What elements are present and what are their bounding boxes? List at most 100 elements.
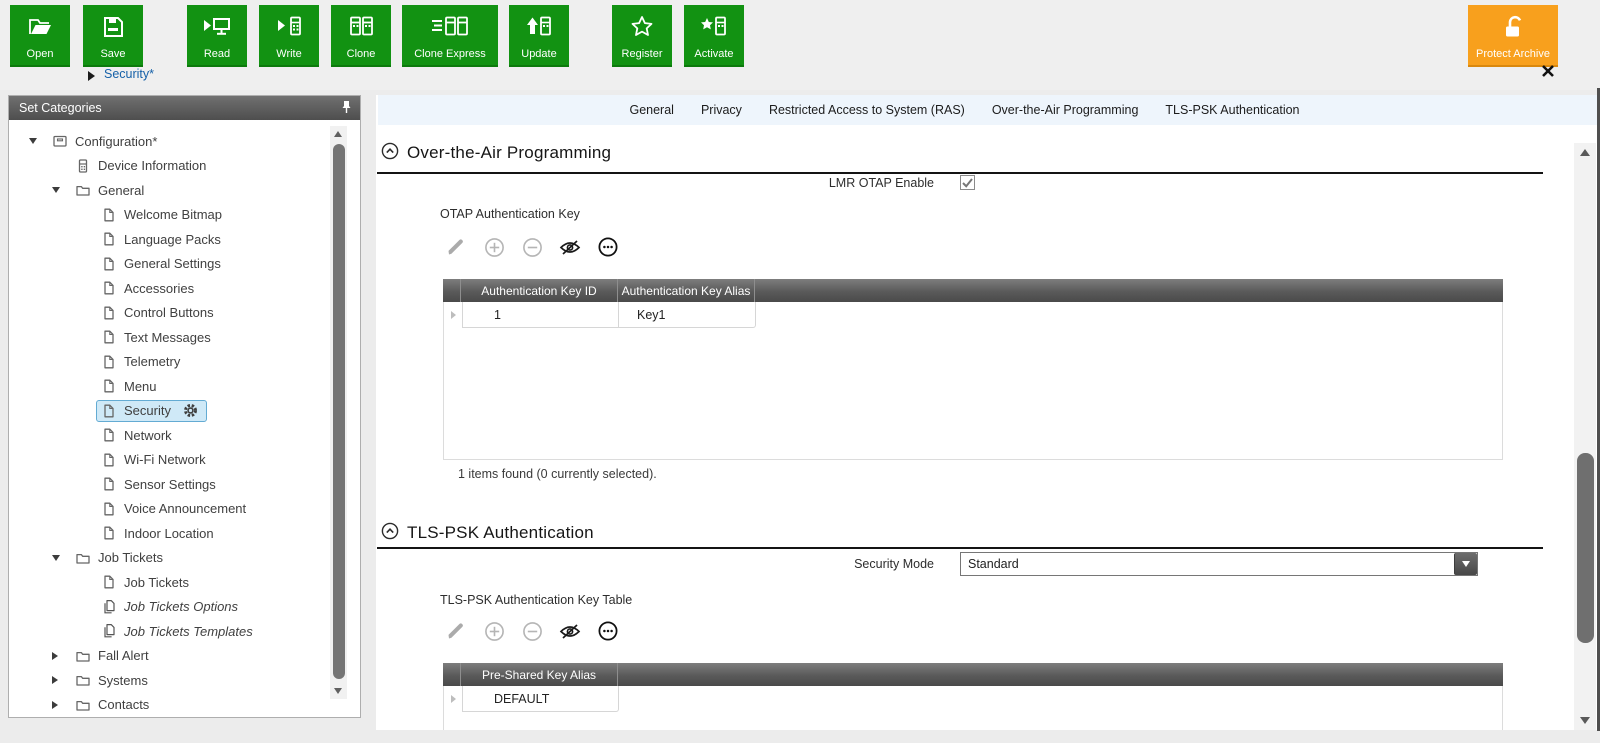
more-options-icon[interactable]	[596, 619, 620, 643]
nav-tab-privacy[interactable]: Privacy	[701, 103, 742, 117]
section-divider	[377, 547, 1543, 549]
add-circle-icon[interactable]	[482, 235, 506, 259]
edit-pencil-icon[interactable]	[444, 619, 468, 643]
close-icon[interactable]	[1541, 64, 1555, 83]
security-mode-dropdown[interactable]: Standard	[960, 552, 1478, 576]
tab-expander-icon[interactable]	[88, 71, 95, 81]
scrollbar-thumb[interactable]	[332, 144, 345, 679]
sidebar-item-text-messages[interactable]: Text Messages	[9, 325, 360, 350]
sidebar-item-sensor-settings[interactable]: Sensor Settings	[9, 472, 360, 497]
table-body: DEFAULT	[443, 686, 1503, 730]
tree-item-label: Language Packs	[124, 231, 221, 247]
lmr-otap-enable-checkbox[interactable]	[960, 175, 975, 190]
sidebar-item-configuration[interactable]: Configuration*	[9, 129, 360, 154]
hide-eye-icon[interactable]	[558, 619, 582, 643]
table-row[interactable]: DEFAULT	[444, 686, 1502, 712]
sidebar-item-menu[interactable]: Menu	[9, 374, 360, 399]
sidebar-item-security[interactable]: Security	[9, 399, 360, 424]
sidebar-item-fall-alert[interactable]: Fall Alert	[9, 644, 360, 669]
activate-button[interactable]: Activate	[684, 5, 744, 67]
tree-item-label: Security	[124, 403, 171, 419]
remove-circle-icon[interactable]	[520, 619, 544, 643]
main-scrollbar[interactable]	[1574, 143, 1596, 730]
sidebar-item-indoor-location[interactable]: Indoor Location	[9, 521, 360, 546]
tab-security[interactable]: Security*	[104, 67, 154, 81]
scroll-up-icon[interactable]	[334, 131, 342, 137]
sidebar-item-device-information[interactable]: Device Information	[9, 154, 360, 179]
dropdown-button[interactable]	[1454, 553, 1477, 575]
sidebar-item-accessories[interactable]: Accessories	[9, 276, 360, 301]
save-button[interactable]: Save	[83, 5, 143, 67]
sidebar-scrollbar[interactable]	[330, 126, 347, 699]
nav-tab-tls-psk[interactable]: TLS-PSK Authentication	[1165, 103, 1299, 117]
table-row[interactable]: 1 Key1	[444, 302, 1502, 328]
lmr-otap-enable-label: LMR OTAP Enable	[828, 176, 934, 190]
tree-item-label: Job Tickets	[98, 550, 164, 566]
scrollbar-thumb[interactable]	[1576, 453, 1594, 643]
collapse-section-icon[interactable]	[381, 142, 399, 165]
collapse-section-icon[interactable]	[381, 522, 399, 545]
otap-table-toolbar	[444, 235, 620, 259]
nav-tab-general[interactable]: General	[629, 103, 673, 117]
expander-down-icon[interactable]	[29, 138, 52, 145]
sidebar-item-welcome-bitmap[interactable]: Welcome Bitmap	[9, 203, 360, 228]
expander-right-icon[interactable]	[52, 651, 75, 660]
sidebar-item-general[interactable]: General	[9, 178, 360, 203]
tree-item-label: Device Information	[98, 158, 207, 174]
page-icon	[101, 452, 117, 468]
scroll-down-icon[interactable]	[334, 688, 342, 694]
page-icon	[101, 231, 117, 247]
sidebar-item-language-packs[interactable]: Language Packs	[9, 227, 360, 252]
sidebar-item-job-tickets-templates[interactable]: Job Tickets Templates	[9, 619, 360, 644]
sidebar-item-voice-announcement[interactable]: Voice Announcement	[9, 497, 360, 522]
cell-preshared-key-alias[interactable]: DEFAULT	[462, 686, 619, 712]
protect-archive-button[interactable]: Protect Archive	[1468, 5, 1558, 67]
write-button[interactable]: Write	[259, 5, 319, 67]
row-selector[interactable]	[444, 302, 462, 328]
sidebar-item-general-settings[interactable]: General Settings	[9, 252, 360, 277]
sidebar-item-network[interactable]: Network	[9, 423, 360, 448]
cell-auth-key-alias[interactable]: Key1	[619, 302, 756, 328]
remove-circle-icon[interactable]	[520, 235, 544, 259]
sidebar-item-telemetry[interactable]: Telemetry	[9, 350, 360, 375]
add-circle-icon[interactable]	[482, 619, 506, 643]
gear-icon[interactable]	[183, 403, 198, 418]
nav-tab-otap[interactable]: Over-the-Air Programming	[992, 103, 1139, 117]
sidebar-item-job-tickets-options[interactable]: Job Tickets Options	[9, 595, 360, 620]
read-button[interactable]: Read	[187, 5, 247, 67]
more-options-icon[interactable]	[596, 235, 620, 259]
pin-icon[interactable]	[341, 100, 352, 117]
hide-eye-icon[interactable]	[558, 235, 582, 259]
sidebar-item-job-tickets-folder[interactable]: Job Tickets	[9, 546, 360, 571]
cell-auth-key-id[interactable]: 1	[462, 302, 619, 328]
update-button[interactable]: Update	[509, 5, 569, 67]
scroll-down-icon[interactable]	[1580, 717, 1590, 724]
row-selector[interactable]	[444, 686, 462, 712]
sidebar-item-job-tickets[interactable]: Job Tickets	[9, 570, 360, 595]
expander-down-icon[interactable]	[52, 554, 75, 561]
folder-icon	[75, 697, 91, 713]
edit-pencil-icon[interactable]	[444, 235, 468, 259]
clone-express-button[interactable]: Clone Express	[402, 5, 498, 67]
register-button[interactable]: Register	[612, 5, 672, 67]
sidebar-item-wifi-network[interactable]: Wi-Fi Network	[9, 448, 360, 473]
page-icon	[101, 501, 117, 517]
save-icon	[100, 5, 126, 48]
expander-down-icon[interactable]	[52, 187, 75, 194]
expander-right-icon[interactable]	[52, 700, 75, 709]
sidebar-item-contacts[interactable]: Contacts	[9, 693, 360, 718]
clone-button[interactable]: Clone	[331, 5, 391, 67]
column-header[interactable]: Pre-Shared Key Alias	[461, 663, 618, 686]
column-header[interactable]: Authentication Key Alias	[618, 279, 755, 302]
column-header[interactable]: Authentication Key ID	[461, 279, 618, 302]
selected-item-highlight: Security	[96, 399, 207, 422]
nav-tab-ras[interactable]: Restricted Access to System (RAS)	[769, 103, 965, 117]
open-button[interactable]: Open	[10, 5, 70, 67]
expander-right-icon[interactable]	[52, 676, 75, 685]
tree-item-label: Fall Alert	[98, 648, 149, 664]
sidebar-item-systems[interactable]: Systems	[9, 668, 360, 693]
table-header: Authentication Key ID Authentication Key…	[443, 279, 1503, 302]
sidebar-item-control-buttons[interactable]: Control Buttons	[9, 301, 360, 326]
toolbar-button-label: Update	[521, 48, 557, 60]
scroll-up-icon[interactable]	[1580, 149, 1590, 156]
